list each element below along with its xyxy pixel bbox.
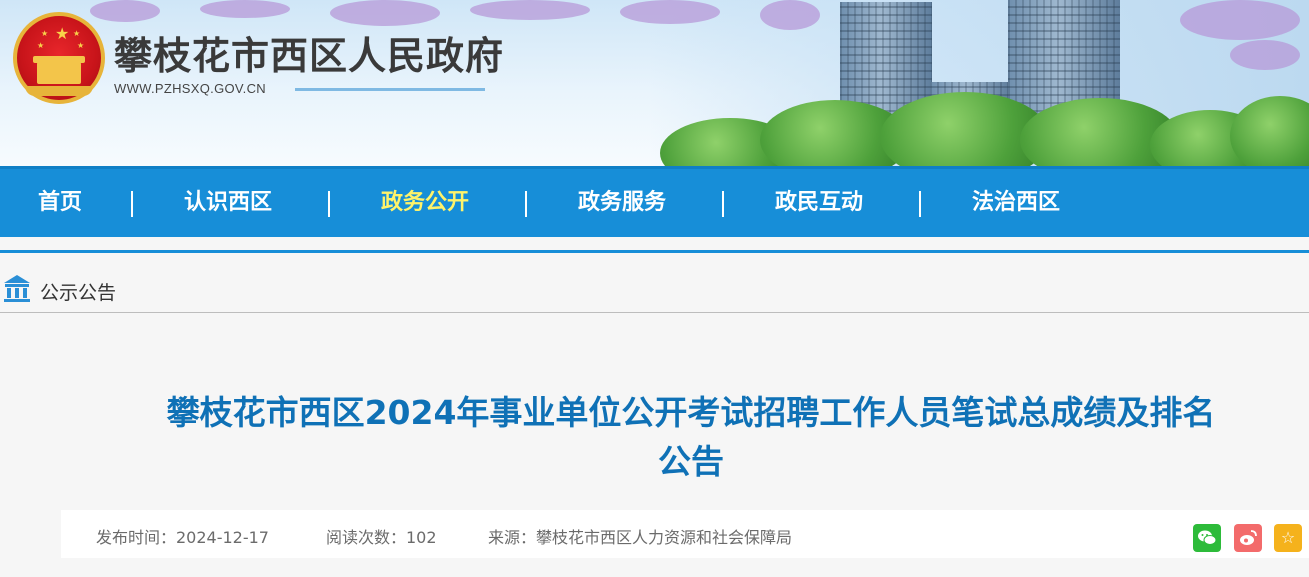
wechat-icon [1198, 530, 1217, 545]
site-banner: ★ ★ ★ ★ ★ 攀枝花市西区人民政府 WWW.PZHSXQ.GOV.CN [0, 0, 1309, 166]
site-url: WWW.PZHSXQ.GOV.CN [114, 81, 266, 96]
share-favorite-button[interactable]: ☆ [1274, 524, 1302, 552]
breadcrumb: 公示公告 [0, 268, 1309, 312]
article-title-line-2: 公告 [658, 442, 724, 481]
article-source: 来源：攀枝花市西区人力资源和社会保障局 [488, 528, 793, 547]
favorite-star-icon: ☆ [1280, 528, 1296, 547]
banner-flower [1180, 0, 1300, 40]
read-count: 阅读次数：102 [326, 528, 437, 547]
nav-item-about-xiqu[interactable]: 认识西区 [184, 169, 272, 237]
share-weibo-button[interactable] [1234, 524, 1262, 552]
article-title: 攀枝花市西区2024年事业单位公开考试招聘工作人员笔试总成绩及排名 公告 [66, 388, 1309, 486]
building-icon [4, 275, 30, 302]
banner-flower [470, 0, 590, 20]
nav-separator [328, 191, 330, 217]
weibo-icon [1240, 530, 1257, 545]
main-nav: 首页 认识西区 政务公开 政务服务 政民互动 法治西区 [0, 166, 1309, 237]
banner-flower [1230, 40, 1300, 70]
site-title[interactable]: 攀枝花市西区人民政府 [114, 34, 504, 78]
banner-flower [90, 0, 160, 22]
banner-flower [760, 0, 820, 30]
nav-item-rule-of-law[interactable]: 法治西区 [972, 169, 1060, 237]
banner-flower [200, 0, 290, 18]
share-wechat-button[interactable] [1193, 524, 1221, 552]
nav-separator [525, 191, 527, 217]
nav-underline [0, 250, 1309, 253]
nav-separator [131, 191, 133, 217]
nav-separator [722, 191, 724, 217]
nav-separator [919, 191, 921, 217]
article-meta-bar: 发布时间：2024-12-17 阅读次数：102 来源：攀枝花市西区人力资源和社… [61, 510, 1309, 558]
nav-item-home[interactable]: 首页 [38, 169, 82, 237]
publish-time: 发布时间：2024-12-17 [96, 528, 269, 547]
nav-item-gov-affairs-disclosure[interactable]: 政务公开 [381, 169, 469, 237]
banner-flower [330, 0, 440, 26]
article-title-line-1: 攀枝花市西区2024年事业单位公开考试招聘工作人员笔试总成绩及排名 [166, 393, 1216, 432]
nav-item-gov-services[interactable]: 政务服务 [578, 169, 666, 237]
breadcrumb-divider [0, 312, 1309, 313]
breadcrumb-link-notices[interactable]: 公示公告 [40, 278, 116, 305]
national-emblem-logo[interactable]: ★ ★ ★ ★ ★ [13, 12, 105, 104]
url-underline [295, 88, 485, 91]
nav-item-interaction[interactable]: 政民互动 [775, 169, 863, 237]
banner-flower [620, 0, 720, 24]
